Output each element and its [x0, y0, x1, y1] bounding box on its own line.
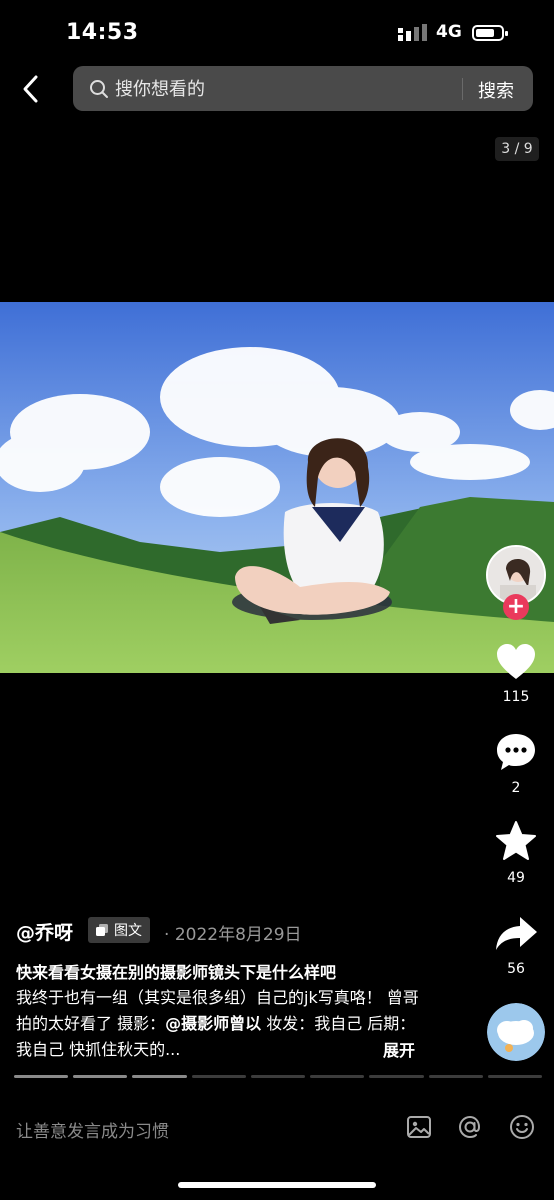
image-progress: [14, 1075, 542, 1079]
music-cover: [487, 1003, 545, 1061]
photographer-mention[interactable]: @摄影师曾以: [165, 1014, 261, 1033]
follow-button[interactable]: +: [503, 594, 529, 620]
at-icon[interactable]: [456, 1113, 484, 1141]
post-type-label: 图文: [114, 923, 142, 939]
image-counter: 3 / 9: [495, 137, 539, 161]
expand-link[interactable]: 展开: [383, 1037, 415, 1061]
date-separator: ·: [164, 925, 170, 945]
share-button[interactable]: 56: [491, 915, 541, 977]
like-count: 115: [502, 689, 530, 705]
gallery-icon: [96, 924, 108, 936]
battery-icon: [472, 25, 508, 41]
post-description[interactable]: 我终于也有一组（其实是很多组）自己的jk写真咯！ 曾哥拍的太好看了 摄影：@摄影…: [16, 985, 426, 1063]
progress-segment: [428, 1075, 483, 1078]
search-icon: [90, 80, 108, 98]
favorite-button[interactable]: 49: [491, 820, 541, 886]
search-button[interactable]: 搜索: [478, 77, 514, 103]
favorite-count: 49: [507, 870, 525, 886]
post-date: · 2022年8月29日: [164, 920, 302, 945]
back-icon[interactable]: [16, 73, 46, 105]
post-title: 快来看看女摄在别的摄影师镜头下是什么样吧: [16, 963, 337, 982]
share-count: 56: [507, 961, 525, 977]
search-input[interactable]: [113, 74, 517, 105]
date-text: 2022年8月29日: [174, 925, 302, 945]
network-label: 4G: [436, 22, 462, 42]
signal-icon: [398, 24, 427, 41]
progress-segment: [132, 1075, 187, 1078]
post-type-tag: 图文: [88, 917, 150, 943]
comment-input[interactable]: 让善意发言成为习惯: [16, 1117, 169, 1142]
progress-segment: [73, 1075, 128, 1078]
search-divider: [462, 78, 463, 100]
like-button[interactable]: 115: [491, 643, 541, 705]
home-indicator: [178, 1182, 376, 1188]
emoji-icon[interactable]: [508, 1113, 536, 1141]
post-photo[interactable]: [0, 302, 554, 673]
progress-segment: [191, 1075, 246, 1078]
music-disc[interactable]: [487, 1003, 545, 1061]
progress-segment: [369, 1075, 424, 1078]
comment-icon: [497, 734, 535, 770]
star-icon: [496, 821, 536, 860]
heart-icon: [497, 644, 535, 679]
comment-count: 2: [511, 780, 521, 796]
share-icon: [496, 917, 537, 950]
search-bar[interactable]: 搜索: [73, 66, 533, 111]
comment-button[interactable]: 2: [491, 732, 541, 796]
status-time: 14:53: [66, 20, 139, 45]
progress-segment: [310, 1075, 365, 1078]
photo-illustration: [0, 302, 554, 673]
progress-segment: [250, 1075, 306, 1078]
progress-segment: [487, 1075, 542, 1078]
image-icon[interactable]: [405, 1113, 433, 1141]
author-name[interactable]: @乔呀: [16, 918, 73, 945]
progress-segment: [14, 1075, 69, 1078]
